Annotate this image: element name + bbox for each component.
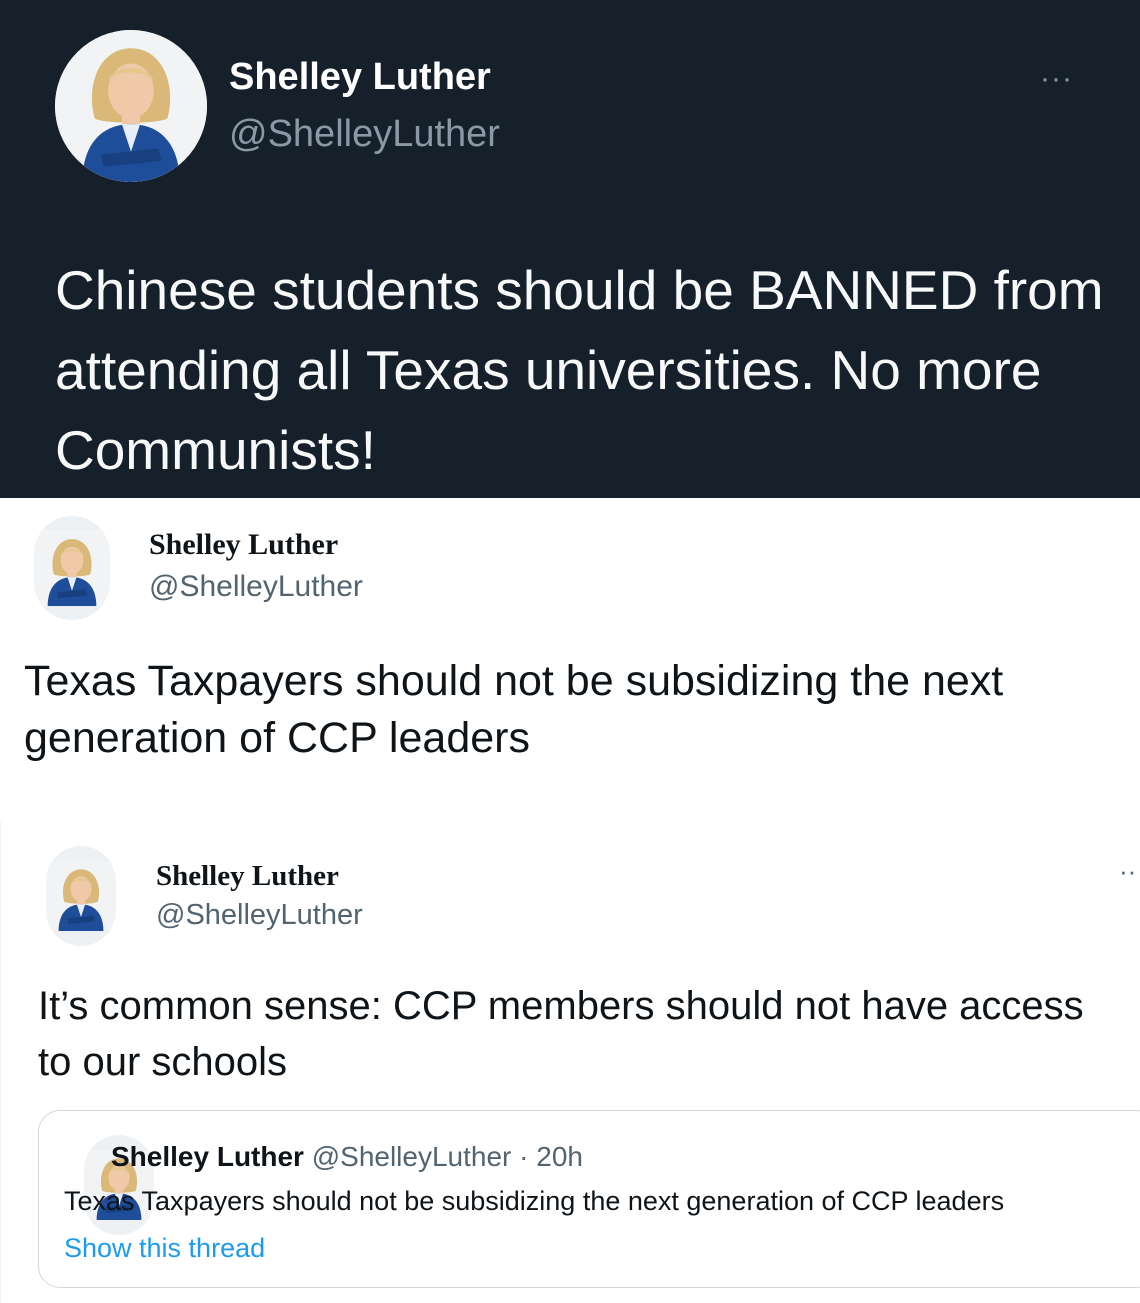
tweet-text: Texas Taxpayers should not be subsidizin… <box>24 657 1004 762</box>
show-thread-link[interactable]: Show this thread <box>64 1233 265 1264</box>
quote-text: Texas Taxpayers should not be subsidizin… <box>64 1186 1005 1216</box>
author-handle[interactable]: @ShelleyLuther <box>229 113 500 156</box>
avatar[interactable] <box>34 516 110 620</box>
more-options-icon[interactable]: ··· <box>1040 62 1073 96</box>
quote-author-name[interactable]: Shelley Luther <box>111 1141 304 1172</box>
tweet-text: It’s common sense: CCP members should no… <box>38 984 1084 1084</box>
avatar[interactable] <box>55 30 207 182</box>
tweet-text: Chinese students should be BANNED from a… <box>55 259 1104 481</box>
author-name[interactable]: Shelley Luther <box>156 860 339 893</box>
author-handle[interactable]: @ShelleyLuther <box>149 570 363 604</box>
author-handle[interactable]: @ShelleyLuther <box>156 899 363 932</box>
avatar-photo <box>34 516 110 620</box>
tweet-light-2: Shelley Luther @ShelleyLuther ·· It’s co… <box>0 822 1140 1303</box>
quote-header: Shelley Luther @ShelleyLuther · 20h <box>111 1141 583 1173</box>
avatar-photo <box>46 846 116 946</box>
author-name[interactable]: Shelley Luther <box>229 56 491 99</box>
tweet-light-1: Shelley Luther @ShelleyLuther Texas Taxp… <box>0 498 1140 808</box>
avatar-photo <box>55 30 207 182</box>
author-name[interactable]: Shelley Luther <box>149 528 338 562</box>
more-options-icon[interactable]: ·· <box>1119 856 1136 887</box>
tweet-dark: Shelley Luther @ShelleyLuther ··· Chines… <box>0 0 1140 498</box>
quoted-tweet[interactable]: Shelley Luther @ShelleyLuther · 20h Texa… <box>38 1110 1140 1288</box>
avatar[interactable] <box>46 846 116 946</box>
quote-author-handle[interactable]: @ShelleyLuther · 20h <box>312 1141 583 1172</box>
